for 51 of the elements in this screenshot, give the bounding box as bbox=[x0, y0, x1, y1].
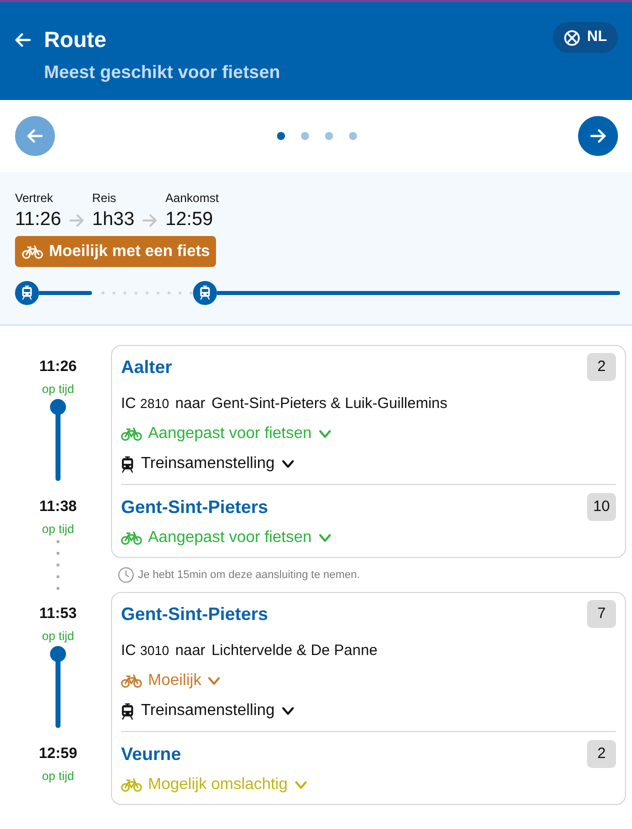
arrow-left-icon bbox=[27, 129, 43, 143]
clock-icon bbox=[118, 567, 134, 583]
platform-badge: 2 bbox=[587, 740, 616, 768]
station-name[interactable]: Gent-Sint-Pieters bbox=[121, 602, 268, 626]
status-text: op tijd bbox=[42, 628, 74, 644]
train-icon bbox=[193, 281, 217, 305]
summary-time: 11:26 bbox=[15, 208, 62, 232]
departure-time: 11:26 bbox=[39, 357, 77, 377]
platform-badge: 7 bbox=[587, 600, 616, 628]
arrow-right-icon bbox=[69, 214, 84, 226]
summary-label: Aankomst bbox=[165, 190, 219, 206]
bicycle-icon bbox=[121, 427, 142, 441]
station-name[interactable]: Veurne bbox=[121, 742, 182, 766]
arrow-right-icon bbox=[590, 129, 606, 143]
arrow-right-icon bbox=[142, 214, 158, 226]
summary-label: Reis bbox=[92, 190, 118, 206]
back-button[interactable] bbox=[15, 33, 31, 47]
train-icon bbox=[121, 702, 134, 720]
platform-badge: 10 bbox=[587, 493, 616, 521]
bicycle-icon bbox=[121, 674, 142, 688]
bicycle-icon bbox=[121, 531, 142, 545]
status-text: op tijd bbox=[42, 381, 74, 397]
bike-info-toggle[interactable]: Moeilijk bbox=[121, 671, 220, 691]
crossed-circle-icon bbox=[564, 30, 580, 46]
arrow-left-icon bbox=[15, 33, 31, 47]
status-text: op tijd bbox=[42, 521, 74, 537]
station-name[interactable]: Gent-Sint-Pieters bbox=[121, 495, 268, 519]
transfer-note: Je hebt 15min om deze aansluiting te nemen. bbox=[138, 568, 360, 583]
bike-rating-text: Moeilijk met een fiets bbox=[49, 242, 210, 262]
summary-time: 1h33 bbox=[92, 208, 134, 232]
language-button[interactable]: NL bbox=[553, 22, 618, 53]
train-info: IC 2810 naar Gent-Sint-Pieters & Luik-Guillemins bbox=[121, 394, 448, 414]
summary-time: 12:59 bbox=[165, 208, 214, 232]
arrival-time: 11:38 bbox=[39, 497, 77, 517]
arrival-time: 12:59 bbox=[38, 744, 78, 764]
dotted-line bbox=[56, 540, 60, 590]
screen-subtitle: Meest geschikt voor fietsen bbox=[44, 61, 282, 84]
screen-title: Route bbox=[44, 26, 108, 54]
train-icon bbox=[15, 281, 39, 305]
next-button[interactable] bbox=[578, 116, 618, 156]
bicycle-icon bbox=[121, 778, 142, 792]
bicycle-icon bbox=[22, 244, 43, 258]
composition-toggle[interactable]: Treinsamenstelling bbox=[121, 454, 294, 474]
composition-toggle[interactable]: Treinsamenstelling bbox=[121, 701, 294, 721]
platform-badge: 2 bbox=[587, 353, 616, 381]
summary-label: Vertrek bbox=[15, 190, 54, 206]
departure-time: 11:53 bbox=[39, 604, 77, 624]
status-text: op tijd bbox=[42, 768, 74, 784]
train-info: IC 3010 naar Lichtervelde & De Panne bbox=[121, 641, 378, 661]
station-name[interactable]: Aalter bbox=[121, 355, 172, 379]
train-icon bbox=[121, 456, 134, 472]
